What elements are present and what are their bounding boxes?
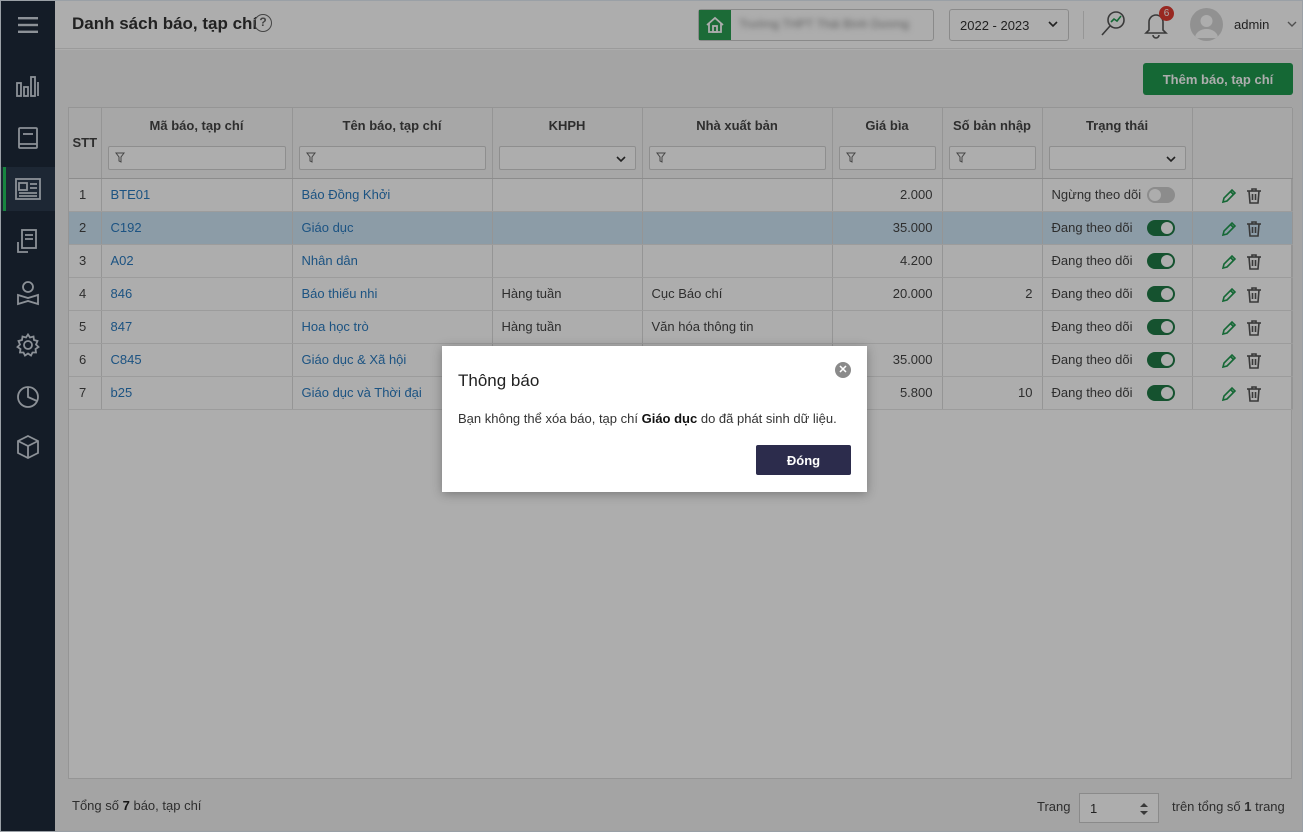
message-after: do đã phát sinh dữ liệu. — [700, 411, 837, 426]
message-bold: Giáo dục — [641, 411, 698, 426]
dialog-title: Thông báo — [458, 371, 540, 390]
dialog-message: Bạn không thể xóa báo, tạp chí Giáo dục … — [458, 411, 837, 426]
notification-dialog: Thông báo ✕ Bạn không thể xóa báo, tạp c… — [442, 346, 867, 492]
close-dialog-button[interactable]: Đóng — [756, 445, 851, 475]
app-window: Danh sách báo, tạp chí ? Trường THPT Thá… — [0, 0, 1303, 832]
message-before: Bạn không thể xóa báo, tạp chí — [458, 411, 638, 426]
close-icon[interactable]: ✕ — [835, 362, 851, 378]
